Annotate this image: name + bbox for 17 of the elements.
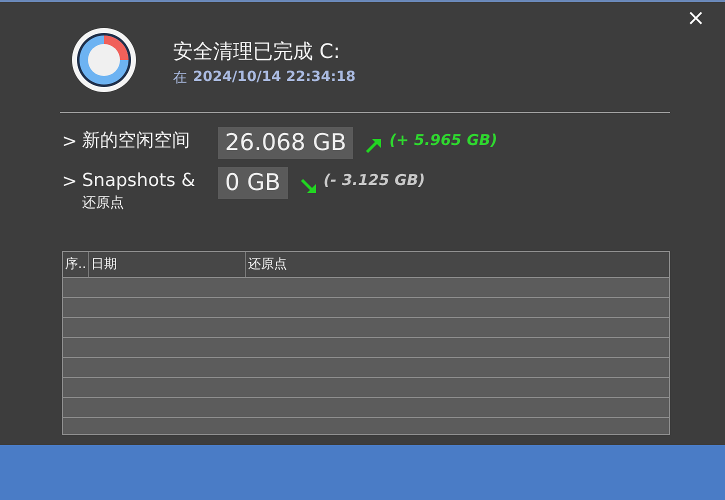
arrow-up-right-icon: [365, 137, 384, 155]
stat-value: 0 GB: [218, 167, 288, 199]
disk-chart-icon: [70, 26, 138, 94]
arrow-down-right-icon: [300, 177, 318, 195]
close-button[interactable]: ×: [686, 8, 705, 30]
date-prefix: 在: [173, 68, 187, 86]
expand-marker[interactable]: >: [62, 171, 82, 192]
expand-marker[interactable]: >: [62, 131, 82, 152]
window-title: 安全清理已完成 C:: [173, 38, 342, 64]
stat-label: Snapshots &: [82, 169, 196, 193]
change-amount: (+ 5.965 GB): [389, 131, 498, 149]
column-header[interactable]: 还原点: [246, 252, 669, 277]
change-amount: (- 3.125 GB): [324, 171, 426, 189]
stat-label: 新的空闲空间: [82, 129, 191, 153]
stat-label: 还原点: [82, 195, 125, 211]
completion-date: 2024/10/14 22:34:18: [193, 68, 356, 86]
stat-value: 26.068 GB: [218, 127, 354, 159]
